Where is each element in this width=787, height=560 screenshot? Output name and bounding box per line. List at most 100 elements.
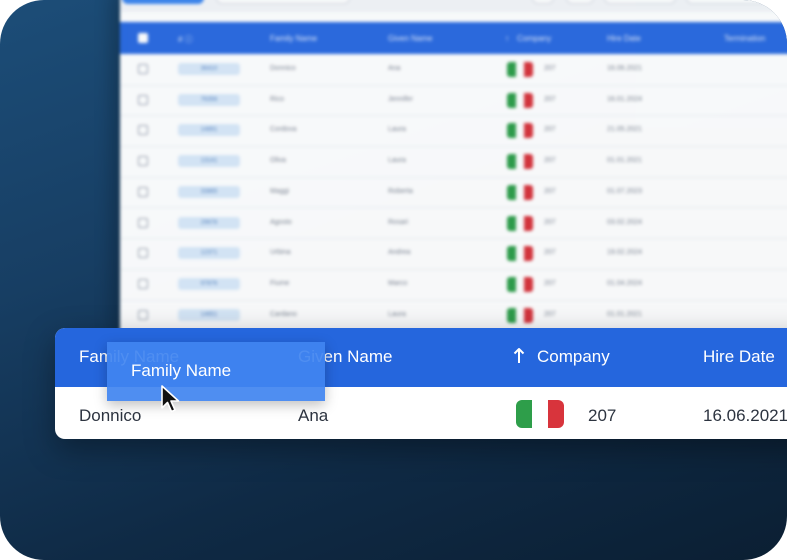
id-chip: 14891 (178, 124, 240, 137)
cell-hire-date: 01.01.2021 (607, 157, 643, 165)
table-row[interactable]: 12371 Urbina Andrea 207 19.02.2024 (120, 238, 787, 270)
italy-flag-icon (507, 62, 533, 77)
italy-flag-icon (507, 307, 533, 323)
cell-company: 207 (544, 95, 556, 103)
toolbar-primary-button[interactable] (122, 0, 204, 4)
id-chip: 12371 (178, 247, 240, 260)
row-checkbox[interactable] (138, 278, 148, 289)
cell-hire-date: 16.01.2024 (607, 95, 643, 103)
cell-family-name: Agosto (270, 218, 292, 226)
id-chip: 13141 (178, 155, 240, 168)
cell-given-name: Roberta (388, 187, 413, 195)
column-header-hire-date[interactable]: Hire Date (607, 34, 641, 43)
column-header-family-name[interactable]: Family Name (270, 34, 317, 43)
select-all-checkbox[interactable] (138, 33, 148, 43)
cell-hire-date: 16.06.2021 (703, 406, 787, 425)
table-row[interactable]: 14651 Cardano Laura 207 01.01.2021 (120, 300, 787, 332)
cell-given-name: Ana (388, 65, 401, 72)
cell-hire-date: 21.05.2021 (607, 126, 643, 134)
cell-hire-date: 01.07.2023 (607, 187, 643, 195)
table-row[interactable]: 36410 Donnico Ana 207 16.06.2021 (120, 54, 787, 86)
mouse-pointer-icon (161, 385, 180, 413)
italy-flag-icon (507, 154, 533, 170)
id-chip: 33865 (178, 185, 240, 198)
cell-family-name: Maggi (270, 187, 290, 195)
italy-flag-icon (507, 215, 533, 231)
italy-flag-icon (507, 184, 533, 200)
table-row[interactable]: 14891 Cordova Laura 207 21.05.2021 (120, 115, 787, 148)
italy-flag-icon (507, 123, 533, 139)
cell-hire-date: 19.02.2024 (607, 249, 643, 257)
cell-hire-date: 01.04.2024 (607, 279, 643, 287)
toolbar-button[interactable] (686, 0, 766, 4)
column-header-id[interactable]: # ⓘ (178, 34, 193, 45)
table-row[interactable]: 76356 Rico Jennifer 207 16.01.2024 (120, 85, 787, 117)
cell-family-name: Urbina (270, 249, 291, 257)
cell-given-name: Laura (388, 310, 406, 318)
id-chip: 29678 (178, 216, 240, 229)
row-checkbox[interactable] (138, 248, 148, 259)
cell-company: 207 (544, 126, 556, 134)
id-chip: 97876 (178, 277, 240, 290)
cell-hire-date: 03.02.2024 (607, 218, 643, 226)
row-checkbox[interactable] (138, 125, 148, 136)
cell-given-name: Rosari (388, 218, 409, 226)
sort-arrow-icon: ↑ (505, 34, 509, 43)
column-header-company[interactable]: Company (517, 34, 551, 43)
cell-given-name: Andrea (388, 249, 411, 257)
cell-company: 207 (544, 187, 556, 195)
toolbar-search-input[interactable] (216, 0, 350, 4)
app-frame: # ⓘ Family Name Given Name ↑ Company Hir… (0, 0, 787, 560)
cell-family-name: Donnico (270, 65, 296, 72)
column-header-company[interactable]: Company (537, 347, 610, 367)
cell-family-name: Donnico (79, 406, 142, 425)
cell-given-name: Laura (388, 157, 406, 165)
row-checkbox[interactable] (138, 94, 148, 105)
grid-header: # ⓘ Family Name Given Name ↑ Company Hir… (120, 22, 787, 54)
row-checkbox[interactable] (138, 186, 148, 197)
cell-company: 207 (588, 406, 617, 425)
cell-company: 207 (544, 157, 556, 165)
table-row[interactable]: 33865 Maggi Roberta 207 01.07.2023 (120, 177, 787, 209)
italy-flag-icon (516, 400, 564, 428)
dragged-column-header[interactable]: Family Name (107, 342, 325, 401)
cell-company: 207 (544, 218, 556, 226)
cell-family-name: Oliva (270, 157, 286, 165)
row-checkbox[interactable] (138, 309, 148, 320)
background-grid: # ⓘ Family Name Given Name ↑ Company Hir… (120, 0, 787, 335)
cell-company: 207 (544, 65, 556, 72)
cell-given-name: Marco (388, 279, 408, 287)
cell-given-name: Jennifer (388, 95, 413, 103)
row-checkbox[interactable] (138, 217, 148, 228)
table-row[interactable]: 97876 Fiume Marco 207 01.04.2024 (120, 269, 787, 301)
id-chip: 76356 (178, 93, 240, 106)
cell-family-name: Rico (270, 95, 285, 103)
column-header-termination[interactable]: Termination (724, 34, 765, 43)
table-row[interactable]: 13141 Oliva Laura 207 01.01.2021 (120, 146, 787, 178)
toolbar-button[interactable] (604, 0, 676, 4)
id-chip: 36410 (178, 63, 240, 75)
column-header-given-name[interactable]: Given Name (388, 34, 432, 43)
cell-hire-date: 16.06.2021 (607, 65, 643, 72)
toolbar-icon-button[interactable] (566, 0, 594, 4)
cell-company: 207 (544, 310, 556, 318)
italy-flag-icon (507, 246, 533, 262)
cell-given-name: Ana (298, 406, 329, 425)
sort-ascending-icon[interactable] (513, 347, 525, 365)
cell-family-name: Fiume (270, 279, 290, 287)
row-checkbox[interactable] (138, 156, 148, 167)
cell-family-name: Cardano (270, 310, 297, 318)
row-checkbox[interactable] (138, 64, 148, 74)
italy-flag-icon (507, 92, 533, 108)
id-chip: 14651 (178, 308, 240, 321)
cell-hire-date: 01.01.2021 (607, 310, 643, 318)
cell-given-name: Laura (388, 126, 406, 134)
italy-flag-icon (507, 276, 533, 292)
dragged-column-label: Family Name (131, 361, 232, 380)
cell-family-name: Cordova (270, 126, 297, 134)
cell-company: 207 (544, 249, 556, 257)
column-header-hire-date[interactable]: Hire Date (703, 347, 775, 367)
grid-toolbar (120, 0, 787, 12)
toolbar-icon-button[interactable] (532, 0, 554, 4)
table-row[interactable]: 29678 Agosto Rosari 207 03.02.2024 (120, 208, 787, 240)
